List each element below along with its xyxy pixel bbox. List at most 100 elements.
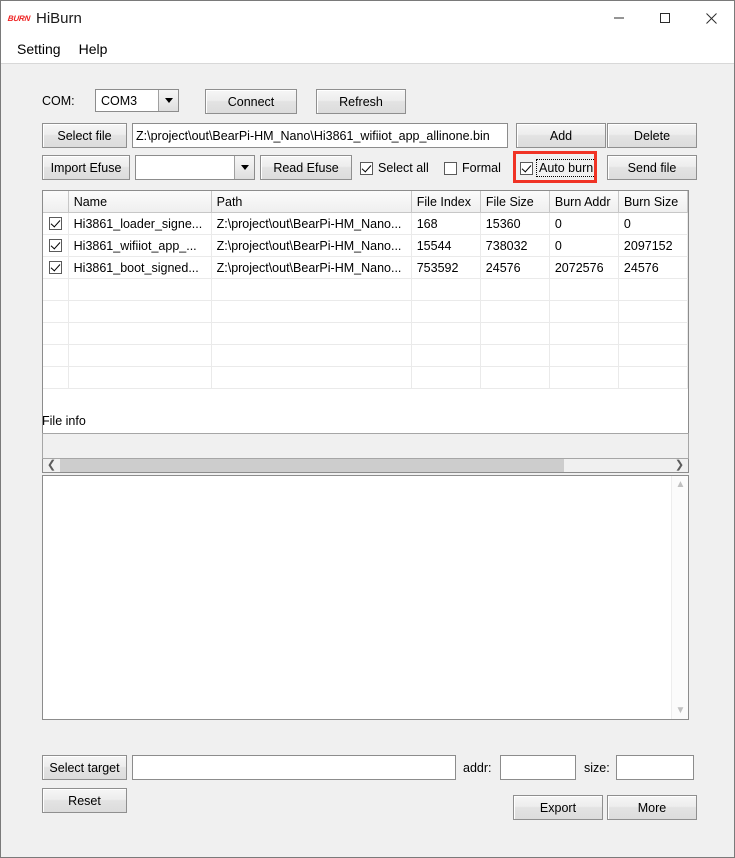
size-input[interactable]: [616, 755, 694, 780]
cell-path: Z:\project\out\BearPi-HM_Nano...: [212, 257, 412, 278]
cell-file-size: 15360: [481, 213, 550, 234]
row-checkbox-cell[interactable]: [43, 213, 69, 234]
column-header-burn-addr[interactable]: Burn Addr: [549, 191, 619, 212]
cell-empty: [481, 301, 550, 322]
row-checkbox-cell[interactable]: [43, 257, 69, 278]
cell-empty: [550, 323, 619, 344]
cell-empty: [619, 345, 688, 366]
cell-burn-size: 0: [619, 213, 688, 234]
reset-button[interactable]: Reset: [42, 788, 127, 813]
column-header-burn-size[interactable]: Burn Size: [618, 191, 688, 212]
cell-empty: [412, 279, 481, 300]
cell-empty: [550, 301, 619, 322]
formal-checkbox[interactable]: Formal: [444, 161, 501, 175]
cell-file-index: 168: [412, 213, 481, 234]
cell-empty: [412, 323, 481, 344]
log-output[interactable]: ▲ ▼: [42, 475, 689, 720]
cell-empty: [69, 323, 212, 344]
column-header-file-size[interactable]: File Size: [480, 191, 550, 212]
menu-item-help[interactable]: Help: [71, 39, 116, 59]
table-row[interactable]: Hi3861_wifiiot_app_... Z:\project\out\Bea…: [43, 235, 688, 257]
table-row[interactable]: Hi3861_loader_signe... Z:\project\out\Bea…: [43, 213, 688, 235]
cell-empty: [619, 323, 688, 344]
title-bar: BURN HiBurn: [1, 1, 734, 35]
file-info-input[interactable]: [42, 433, 689, 459]
cell-empty: [550, 367, 619, 388]
checkbox-icon[interactable]: [444, 161, 457, 175]
cell-path: Z:\project\out\BearPi-HM_Nano...: [212, 213, 412, 234]
cell-empty: [481, 345, 550, 366]
close-button[interactable]: [688, 1, 734, 35]
file-path-input[interactable]: Z:\project\out\BearPi-HM_Nano\Hi3861_wif…: [132, 123, 508, 148]
menu-item-setting[interactable]: Setting: [9, 39, 69, 59]
cell-file-size: 738032: [481, 235, 550, 256]
cell-file-index: 15544: [412, 235, 481, 256]
chevron-down-icon[interactable]: ▼: [672, 702, 688, 719]
cell-name: Hi3861_wifiiot_app_...: [69, 235, 212, 256]
log-vscrollbar[interactable]: ▲ ▼: [671, 476, 688, 719]
table-row-empty[interactable]: [43, 279, 688, 301]
cell-empty: [619, 367, 688, 388]
row-checkbox-cell[interactable]: [43, 235, 69, 256]
export-button[interactable]: Export: [513, 795, 603, 820]
cell-burn-size: 2097152: [619, 235, 688, 256]
file-info-label: File info: [42, 414, 86, 428]
table-row-empty[interactable]: [43, 367, 688, 389]
checkbox-icon[interactable]: [520, 161, 533, 175]
cell-empty: [212, 345, 412, 366]
column-header-name[interactable]: Name: [68, 191, 212, 212]
chevron-up-icon[interactable]: ▲: [672, 476, 688, 493]
cell-file-size: 24576: [481, 257, 550, 278]
cell-empty: [212, 279, 412, 300]
addr-label: addr:: [463, 761, 492, 775]
cell-empty: [481, 323, 550, 344]
file-table[interactable]: Name Path File Index File Size Burn Addr…: [42, 190, 689, 473]
column-header-check[interactable]: [43, 191, 69, 212]
checkbox-icon[interactable]: [360, 161, 373, 175]
minimize-icon: [614, 17, 624, 19]
table-row-empty[interactable]: [43, 323, 688, 345]
com-label: COM:: [42, 94, 75, 108]
checkbox-icon[interactable]: [48, 217, 62, 230]
efuse-select[interactable]: [135, 155, 255, 180]
cell-empty: [481, 367, 550, 388]
delete-button[interactable]: Delete: [607, 123, 697, 148]
refresh-button[interactable]: Refresh: [316, 89, 406, 114]
column-header-path[interactable]: Path: [211, 191, 412, 212]
file-table-body: Hi3861_loader_signe... Z:\project\out\Bea…: [43, 213, 688, 389]
read-efuse-button[interactable]: Read Efuse: [260, 155, 352, 180]
select-target-button[interactable]: Select target: [42, 755, 127, 780]
import-efuse-button[interactable]: Import Efuse: [42, 155, 130, 180]
column-header-file-index[interactable]: File Index: [411, 191, 481, 212]
connect-button[interactable]: Connect: [205, 89, 297, 114]
add-button[interactable]: Add: [516, 123, 606, 148]
cell-empty: [43, 279, 69, 300]
minimize-button[interactable]: [596, 1, 642, 35]
cell-name: Hi3861_boot_signed...: [69, 257, 212, 278]
cell-empty: [69, 367, 212, 388]
cell-burn-addr: 0: [550, 213, 619, 234]
hiburn-window: BURN HiBurn Setting Help COM: COM3 Conne…: [0, 0, 735, 858]
send-file-button[interactable]: Send file: [607, 155, 697, 180]
target-input[interactable]: [132, 755, 456, 780]
select-file-button[interactable]: Select file: [42, 123, 127, 148]
more-button[interactable]: More: [607, 795, 697, 820]
maximize-button[interactable]: [642, 1, 688, 35]
table-row[interactable]: Hi3861_boot_signed... Z:\project\out\Bear…: [43, 257, 688, 279]
chevron-down-icon[interactable]: [234, 156, 254, 179]
addr-input[interactable]: [500, 755, 576, 780]
select-all-checkbox[interactable]: Select all: [360, 161, 429, 175]
com-port-select[interactable]: COM3: [95, 89, 179, 112]
auto-burn-checkbox[interactable]: Auto burn: [520, 159, 597, 177]
table-row-empty[interactable]: [43, 345, 688, 367]
cell-burn-addr: 2072576: [550, 257, 619, 278]
cell-file-index: 753592: [412, 257, 481, 278]
checkbox-icon[interactable]: [48, 261, 62, 274]
cell-empty: [69, 279, 212, 300]
window-controls: [596, 1, 734, 35]
checkbox-icon[interactable]: [48, 239, 62, 252]
window-title: HiBurn: [36, 9, 82, 27]
cell-path: Z:\project\out\BearPi-HM_Nano...: [212, 235, 412, 256]
chevron-down-icon[interactable]: [158, 90, 178, 111]
table-row-empty[interactable]: [43, 301, 688, 323]
